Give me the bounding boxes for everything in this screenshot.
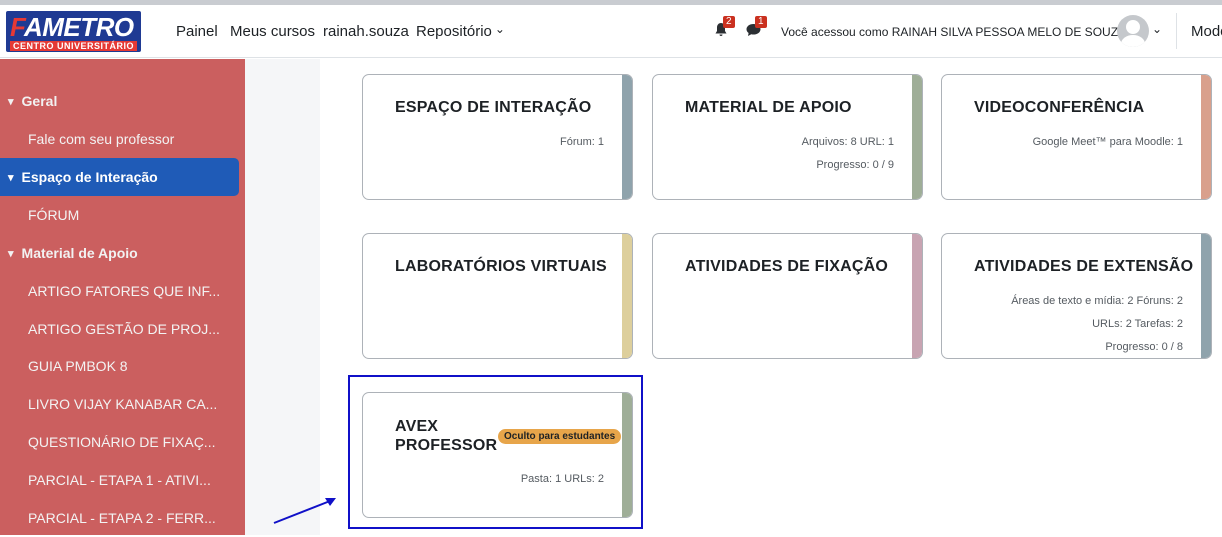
nav-painel-link[interactable]: Painel bbox=[176, 23, 218, 40]
sidebar-item-artigo-gestao[interactable]: ARTIGO GESTÃO DE PROJ... bbox=[0, 310, 245, 348]
sidebar-item-artigo-fatores[interactable]: ARTIGO FATORES QUE INF... bbox=[0, 272, 245, 310]
notifications-button[interactable]: 2 bbox=[713, 16, 735, 40]
card-activity-summary: Arquivos: 8 URL: 1 bbox=[801, 136, 894, 148]
top-navbar: FAMETRO CENTRO UNIVERSITÁRIO Painel Meus… bbox=[0, 5, 1222, 58]
card-progress-text: Progresso: 0 / 8 bbox=[1105, 341, 1183, 353]
card-progress-text: Progresso: 0 / 9 bbox=[816, 159, 894, 171]
card-activity-summary-2: URLs: 2 Tarefas: 2 bbox=[1092, 318, 1183, 330]
course-index-sidebar: ▾ Geral Fale com seu professor ▾ Espaço de… bbox=[0, 59, 245, 535]
card-title: VIDEOCONFERÊNCIA bbox=[974, 99, 1145, 116]
chevron-down-icon: ▾ bbox=[8, 247, 14, 260]
card-title: ATIVIDADES DE EXTENSÃO bbox=[974, 258, 1194, 275]
navbar-divider bbox=[1176, 13, 1177, 49]
card-activity-summary: Fórum: 1 bbox=[559, 136, 604, 148]
notifications-count-badge: 2 bbox=[723, 16, 735, 28]
section-card-espaco-interacao[interactable]: ESPAÇO DE INTERAÇÃO Fórum: 1 bbox=[362, 74, 633, 200]
content-gutter bbox=[245, 59, 320, 535]
card-color-stripe bbox=[622, 75, 632, 199]
card-color-stripe bbox=[1201, 234, 1211, 358]
chevron-down-icon: ▾ bbox=[8, 95, 14, 108]
user-avatar[interactable] bbox=[1117, 15, 1149, 47]
fametro-logo[interactable]: FAMETRO CENTRO UNIVERSITÁRIO bbox=[6, 11, 141, 52]
card-title: ATIVIDADES DE FIXAÇÃO bbox=[685, 258, 889, 275]
card-title: ESPAÇO DE INTERAÇÃO bbox=[395, 99, 592, 116]
card-color-stripe bbox=[912, 75, 922, 199]
sidebar-section-espaco-interacao[interactable]: ▾ Espaço de Interação bbox=[0, 158, 239, 196]
edit-mode-label[interactable]: Modo bbox=[1191, 23, 1222, 40]
card-activity-summary: Áreas de texto e mídia: 2 Fóruns: 2 bbox=[1011, 295, 1183, 307]
logged-in-as-text: Você acessou como RAINAH SILVA PESSOA ME… bbox=[781, 25, 1127, 39]
card-color-stripe bbox=[912, 234, 922, 358]
messages-button[interactable]: 1 bbox=[745, 16, 767, 40]
card-color-stripe bbox=[622, 234, 632, 358]
section-card-atividades-fixacao[interactable]: ATIVIDADES DE FIXAÇÃO bbox=[652, 233, 923, 359]
card-title: LABORATÓRIOS VIRTUAIS bbox=[395, 258, 607, 275]
section-card-material-apoio[interactable]: MATERIAL DE APOIO Arquivos: 8 URL: 1 Pro… bbox=[652, 74, 923, 200]
sidebar-item-livro-vijay[interactable]: LIVRO VIJAY KANABAR CA... bbox=[0, 385, 245, 423]
sidebar-item-guia-pmbok[interactable]: GUIA PMBOK 8 bbox=[0, 347, 245, 385]
user-menu-chevron-down-icon[interactable]: ⌄ bbox=[1152, 22, 1162, 36]
section-card-atividades-extensao[interactable]: ATIVIDADES DE EXTENSÃO Áreas de texto e … bbox=[941, 233, 1212, 359]
highlight-box-annotation bbox=[348, 375, 643, 529]
section-card-laboratorios-virtuais[interactable]: LABORATÓRIOS VIRTUAIS bbox=[362, 233, 633, 359]
card-color-stripe bbox=[1201, 75, 1211, 199]
sidebar-item-parcial-etapa-2[interactable]: PARCIAL - ETAPA 2 - FERR... bbox=[0, 499, 245, 537]
card-activity-summary: Google Meet™ para Moodle: 1 bbox=[1032, 136, 1183, 148]
messages-count-badge: 1 bbox=[755, 16, 767, 28]
chevron-down-icon: ▾ bbox=[8, 171, 14, 184]
annotation-arrow-icon bbox=[273, 498, 336, 524]
nav-meus-cursos-link[interactable]: Meus cursos bbox=[230, 23, 315, 40]
sidebar-item-parcial-etapa-1[interactable]: PARCIAL - ETAPA 1 - ATIVI... bbox=[0, 461, 245, 499]
nav-username-link[interactable]: rainah.souza bbox=[323, 23, 409, 40]
sidebar-item-fale-com-professor[interactable]: Fale com seu professor bbox=[0, 120, 245, 158]
sidebar-item-questionario[interactable]: QUESTIONÁRIO DE FIXAÇ... bbox=[0, 423, 245, 461]
sidebar-section-material-apoio[interactable]: ▾ Material de Apoio bbox=[0, 234, 245, 272]
nav-repositorio-dropdown[interactable]: Repositório bbox=[416, 23, 505, 40]
section-card-videoconferencia[interactable]: VIDEOCONFERÊNCIA Google Meet™ para Moodl… bbox=[941, 74, 1212, 200]
sidebar-item-forum[interactable]: FÓRUM bbox=[0, 196, 245, 234]
sidebar-section-geral[interactable]: ▾ Geral bbox=[0, 82, 245, 120]
card-title: MATERIAL DE APOIO bbox=[685, 99, 852, 116]
